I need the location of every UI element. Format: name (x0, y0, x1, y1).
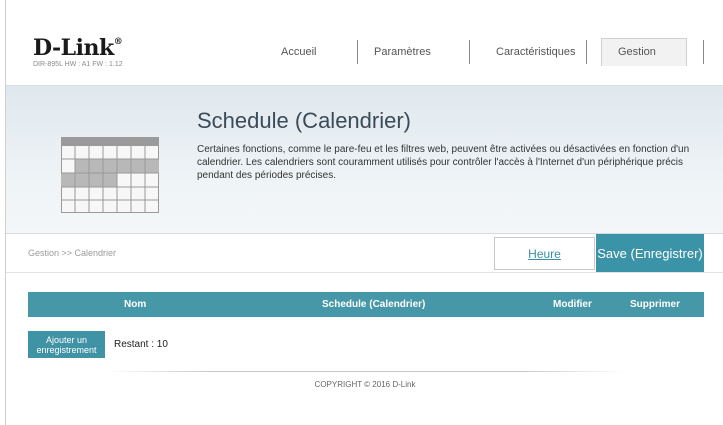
save-button[interactable]: Save (Enregistrer) (596, 234, 704, 272)
model-info: DIR-895L HW : A1 FW : 1.12 (33, 61, 123, 68)
column-header-nom: Nom (124, 299, 147, 310)
remaining-count: Restant : 10 (114, 339, 168, 350)
copyright-text: COPYRIGHT © 2016 D-Link (314, 380, 416, 389)
toolbar: Gestion >> Calendrier Heure Save (Enregi… (6, 233, 723, 273)
nav-parametres[interactable]: Paramètres (374, 46, 431, 58)
logo-registered-mark: ® (113, 37, 123, 47)
footer-divider (106, 371, 626, 372)
heure-button[interactable]: Heure (494, 237, 595, 270)
calendar-icon (61, 137, 159, 213)
breadcrumb: Gestion >> Calendrier (28, 248, 117, 258)
logo-text: D-Link (33, 35, 114, 61)
schedule-table-header: Nom Schedule (Calendrier) Modifier Suppr… (28, 292, 704, 317)
page-description: Certaines fonctions, comme le pare-feu e… (197, 144, 690, 181)
dlink-logo[interactable]: D-Link® (33, 35, 123, 61)
nav-divider (703, 40, 704, 64)
page-title: Schedule (Calendrier) (197, 108, 411, 133)
column-header-supprimer: Supprimer (630, 299, 681, 310)
column-header-schedule: Schedule (Calendrier) (322, 299, 426, 310)
nav-divider (357, 40, 358, 64)
header: D-Link® DIR-895L HW : A1 FW : 1.12 Accue… (6, 0, 723, 85)
page-banner: Schedule (Calendrier) Certaines fonction… (6, 85, 723, 234)
page-frame: D-Link® DIR-895L HW : A1 FW : 1.12 Accue… (5, 0, 723, 425)
nav-caracteristiques[interactable]: Caractéristiques (496, 46, 575, 58)
nav-divider (469, 40, 470, 64)
nav-gestion[interactable]: Gestion (618, 46, 656, 58)
column-header-modifier: Modifier (553, 299, 592, 310)
nav-divider (586, 40, 587, 64)
add-record-button[interactable]: Ajouter un enregistrement (28, 331, 105, 358)
nav-accueil[interactable]: Accueil (281, 46, 316, 58)
